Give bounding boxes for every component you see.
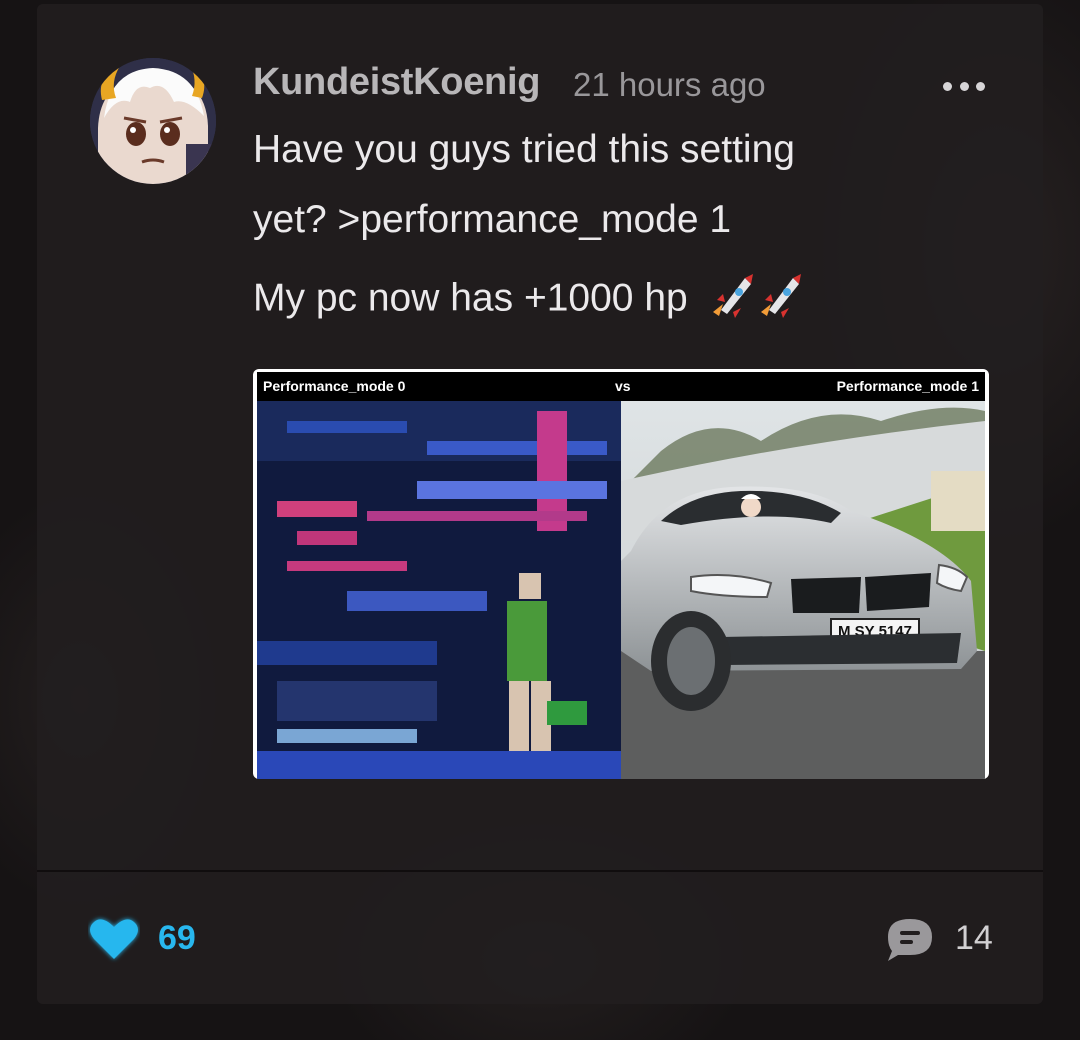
footer-divider — [37, 870, 1043, 872]
like-count: 69 — [158, 919, 196, 957]
dot — [943, 81, 952, 91]
post-image[interactable]: Performance_mode 0 vs Performance_mode 1 — [253, 369, 989, 779]
post-username[interactable]: KundeistKoenig — [253, 61, 540, 104]
heart-icon[interactable] — [88, 915, 140, 963]
rocket-icon — [712, 274, 801, 318]
post-text-line: My pc now has +1000 hp — [253, 272, 805, 328]
pixelated-game-scene — [257, 401, 621, 779]
right-caption: Performance_mode 1 — [836, 378, 979, 394]
pixelated-scene-art — [257, 401, 621, 779]
post-text: My pc now has +1000 hp — [253, 276, 688, 320]
avatar-image — [90, 58, 216, 184]
heart-shape — [90, 919, 138, 959]
avatar[interactable] — [90, 58, 216, 184]
comment-count: 14 — [955, 919, 993, 957]
post-text-line: yet? >performance_mode 1 — [253, 198, 732, 241]
car-photo-art: M SY 5147 — [621, 401, 985, 779]
car-photo: M SY 5147 — [621, 401, 985, 779]
post-timestamp: 21 hours ago — [573, 66, 766, 103]
post-text-line: Have you guys tried this setting — [253, 128, 795, 171]
comment-shape — [888, 919, 932, 961]
rocket-emoji-group — [709, 272, 805, 328]
image-caption-bar: Performance_mode 0 vs Performance_mode 1 — [257, 372, 985, 401]
more-options-icon[interactable] — [943, 72, 985, 100]
left-caption: Performance_mode 0 — [263, 378, 406, 394]
dot — [959, 81, 969, 91]
dot — [976, 81, 985, 91]
comment-bubble-icon[interactable] — [884, 916, 936, 962]
vs-caption: vs — [615, 378, 631, 394]
